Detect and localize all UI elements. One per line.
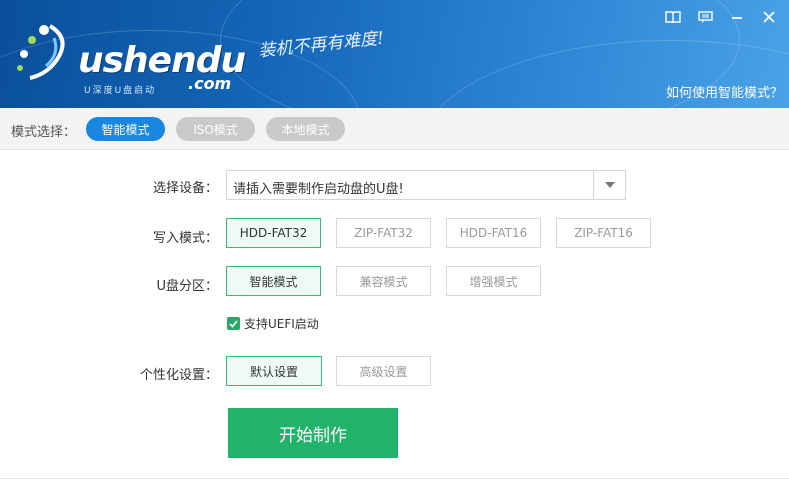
help-link[interactable]: 如何使用智能模式？ (666, 82, 783, 101)
personalize-label: 个性化设置： (139, 368, 218, 383)
mode-label: 模式选择： (11, 125, 77, 140)
uefi-label: 支持UEFI启动 (244, 317, 319, 331)
logo-subtitle: U深度U盘启动 (84, 86, 157, 96)
write-mode-zip-fat16[interactable]: ZIP-FAT16 (556, 218, 651, 248)
message-icon[interactable] (691, 6, 719, 28)
mode-bar: 模式选择： 智能模式 ISO模式 本地模式 (0, 108, 789, 150)
start-button[interactable]: 开始制作 (228, 408, 398, 458)
tab-iso-mode[interactable]: ISO模式 (176, 117, 255, 141)
tab-local-mode[interactable]: 本地模式 (266, 117, 345, 141)
personalize-advanced[interactable]: 高级设置 (336, 356, 431, 386)
minimize-icon[interactable] (723, 6, 751, 28)
partition-label: U盘分区： (156, 279, 218, 294)
tab-smart-mode[interactable]: 智能模式 (86, 117, 165, 141)
device-label: 选择设备： (152, 181, 218, 196)
write-mode-zip-fat32[interactable]: ZIP-FAT32 (336, 218, 431, 248)
logo-mark-icon (17, 24, 65, 80)
app-logo: ushendu .com U深度U盘启动 (10, 18, 246, 96)
write-mode-hdd-fat16[interactable]: HDD-FAT16 (446, 218, 541, 248)
uefi-option[interactable]: 支持UEFI启动 (227, 315, 319, 332)
partition-compatible[interactable]: 兼容模式 (336, 266, 431, 296)
chevron-down-icon[interactable] (593, 171, 625, 199)
uefi-checkbox[interactable] (227, 317, 240, 330)
write-mode-hdd-fat32[interactable]: HDD-FAT32 (226, 218, 321, 248)
partition-enhanced[interactable]: 增强模式 (446, 266, 541, 296)
device-select-value: 请插入需要制作启动盘的U盘! (233, 182, 404, 197)
footer-divider (0, 478, 789, 479)
app-header: ushendu .com U深度U盘启动 装机不再有难度! 如何使用智能模式？ (0, 0, 789, 108)
window-controls (659, 6, 783, 28)
close-icon[interactable] (755, 6, 783, 28)
write-mode-label: 写入模式： (152, 231, 218, 246)
logo-domain: .com (188, 74, 232, 93)
book-icon[interactable] (659, 6, 687, 28)
device-select[interactable]: 请插入需要制作启动盘的U盘! (226, 170, 626, 200)
partition-smart[interactable]: 智能模式 (226, 266, 321, 296)
personalize-default[interactable]: 默认设置 (226, 356, 322, 386)
